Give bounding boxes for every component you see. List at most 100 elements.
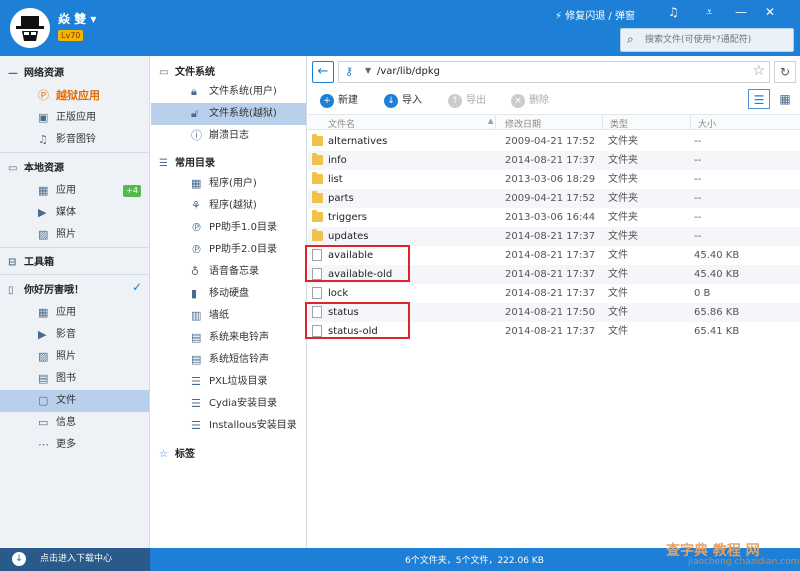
search-input[interactable]: [645, 32, 791, 48]
tree-item-apps-user[interactable]: ▦ 程序(用户): [151, 173, 306, 195]
tree-section-label: 文件系统: [175, 67, 215, 78]
tree-item-cydia-dir[interactable]: ☰ Cydia安装目录: [151, 393, 306, 415]
tree-item-installous-dir[interactable]: ☰ Installous安装目录: [151, 415, 306, 437]
update-count-badge: +4: [123, 185, 141, 197]
export-button[interactable]: ↑ 导出: [448, 91, 486, 108]
file-date: 2014-08-21 17:37: [505, 326, 596, 337]
grid-view-button[interactable]: ▦: [774, 89, 796, 109]
column-divider[interactable]: [495, 115, 496, 129]
column-divider[interactable]: [602, 115, 603, 129]
section-network[interactable]: — 网络资源: [8, 64, 64, 79]
download-center-button[interactable]: ↓ 点击进入下载中心: [0, 548, 150, 571]
chevron-down-icon[interactable]: ▼: [365, 66, 371, 75]
sidebar-item-device-more[interactable]: ⋯ 更多: [0, 434, 149, 456]
tree-item-sms-tones[interactable]: ▤ 系统短信铃声: [151, 349, 306, 371]
tree-section-common-dirs[interactable]: ☰ 常用目录: [159, 154, 215, 169]
table-row[interactable]: parts 2009-04-21 17:52 文件夹 --: [308, 189, 800, 208]
lightning-icon: ⚡: [555, 11, 563, 22]
section-toolbox[interactable]: ⊟ 工具箱: [8, 253, 54, 268]
delete-button[interactable]: × 删除: [511, 91, 549, 108]
folder-icon: [312, 172, 323, 184]
table-row[interactable]: lock 2014-08-21 17:37 文件 0 B: [308, 284, 800, 303]
tree-item-apps-jailbreak[interactable]: ⚘ 程序(越狱): [151, 195, 306, 217]
column-name[interactable]: 文件名: [328, 117, 355, 130]
section-device[interactable]: ▯ 你好厉害哦！ ✓: [8, 280, 142, 296]
column-size[interactable]: 大小: [698, 117, 716, 130]
sidebar-item-device-media[interactable]: ▶ 影音: [0, 324, 149, 346]
tree-item-crash-logs[interactable]: ⓘ 崩溃日志: [151, 125, 306, 147]
minimize-icon[interactable]: —: [735, 5, 747, 19]
sidebar-item-local-apps[interactable]: ▦ 应用 +4: [0, 180, 149, 202]
tree-item-pp1-dir[interactable]: ℗ PP助手1.0目录: [151, 217, 306, 239]
tree-item-pp2-dir[interactable]: ℗ PP助手2.0目录: [151, 239, 306, 261]
sidebar-item-label: 越狱应用: [56, 89, 100, 102]
divider: [0, 247, 149, 248]
table-row[interactable]: info 2014-08-21 17:37 文件夹 --: [308, 151, 800, 170]
section-local[interactable]: ▭ 本地资源: [8, 159, 64, 174]
grid-view-icon: ▦: [779, 92, 791, 106]
monitor-icon: ▭: [8, 163, 18, 174]
sidebar-item-local-photos[interactable]: ▨ 照片: [0, 224, 149, 246]
divider: [0, 152, 149, 153]
sidebar-item-media-ringtones[interactable]: ♫ 影音图铃: [0, 129, 149, 151]
tree-item-label: 程序(用户): [209, 178, 257, 189]
column-type[interactable]: 类型: [610, 117, 628, 130]
path-field[interactable]: ⚷ ▼ /var/lib/dpkg ☆: [338, 61, 770, 83]
file-name: info: [328, 155, 347, 166]
tree-item-voice-memos[interactable]: ♁ 语音备忘录: [151, 261, 306, 283]
music-icon[interactable]: ♫: [668, 5, 679, 19]
tree-item-usb-drive[interactable]: ▮ 移动硬盘: [151, 283, 306, 305]
repair-crash-button[interactable]: ⚡ 修复闪退 / 弹窗: [555, 7, 635, 22]
tree-item-label: 程序(越狱): [209, 200, 257, 211]
tree-item-label: Cydia安装目录: [209, 398, 278, 409]
table-row[interactable]: triggers 2013-03-06 16:44 文件夹 --: [308, 208, 800, 227]
sidebar-item-label: 应用: [56, 185, 76, 196]
tree-section-tags[interactable]: ☆ 标签: [159, 445, 195, 460]
tree-item-label: 系统短信铃声: [209, 354, 269, 365]
sidebar-item-local-media[interactable]: ▶ 媒体: [0, 202, 149, 224]
sidebar-item-label: 照片: [56, 229, 76, 240]
sidebar-item-jailbreak-apps[interactable]: Ⓟ 越狱应用: [0, 85, 149, 107]
favorite-star-icon[interactable]: ☆: [752, 63, 765, 79]
file-type: 文件夹: [608, 136, 638, 147]
back-button[interactable]: ←: [312, 61, 334, 83]
annotation-highlight-status: [305, 302, 410, 339]
tree-item-fs-jailbreak[interactable]: 🔓︎ 文件系统(越狱): [151, 103, 306, 125]
sidebar-item-device-files[interactable]: ▢ 文件: [0, 390, 149, 412]
import-button[interactable]: ↓ 导入: [384, 91, 422, 108]
close-icon[interactable]: ✕: [765, 5, 775, 19]
sidebar-item-device-messages[interactable]: ▭ 信息: [0, 412, 149, 434]
tree-item-wallpaper[interactable]: ▥ 墙纸: [151, 305, 306, 327]
sidebar-item-device-photos[interactable]: ▨ 照片: [0, 346, 149, 368]
refresh-button[interactable]: ↻: [774, 61, 796, 83]
column-date[interactable]: 修改日期: [505, 117, 541, 130]
table-row[interactable]: alternatives 2009-04-21 17:52 文件夹 --: [308, 132, 800, 151]
column-divider[interactable]: [690, 115, 691, 129]
new-button[interactable]: + 新建: [320, 91, 358, 108]
sidebar-item-device-books[interactable]: ▤ 图书: [0, 368, 149, 390]
video-icon: ▶: [38, 206, 47, 219]
table-row[interactable]: updates 2014-08-21 17:37 文件夹 --: [308, 227, 800, 246]
hat-avatar-icon: [10, 8, 50, 48]
tree-item-call-ringtones[interactable]: ▤ 系统来电铃声: [151, 327, 306, 349]
avatar[interactable]: [10, 8, 50, 48]
username[interactable]: 焱 雙 ▾: [58, 10, 96, 27]
file-icon: [312, 287, 322, 299]
file-name: updates: [328, 231, 369, 242]
section-network-label: 网络资源: [24, 68, 64, 79]
tree-section-filesystem[interactable]: ▭ 文件系统: [159, 63, 215, 78]
sidebar-item-genuine-apps[interactable]: ▣ 正版应用: [0, 107, 149, 129]
list-view-button[interactable]: ☰: [748, 89, 770, 109]
tree-item-fs-user[interactable]: 🔒︎ 文件系统(用户): [151, 81, 306, 103]
sidebar-item-label: 媒体: [56, 207, 76, 218]
menu-icon[interactable]: ⩡: [706, 5, 713, 20]
sidebar-item-device-apps[interactable]: ▦ 应用: [0, 302, 149, 324]
more-icon: ⋯: [38, 438, 49, 451]
phone-icon: ▯: [8, 285, 14, 296]
device-name: 你好厉害哦！: [24, 285, 84, 296]
tree-item-pxl-trash[interactable]: ☰ PXL垃圾目录: [151, 371, 306, 393]
table-row[interactable]: list 2013-03-06 18:29 文件夹 --: [308, 170, 800, 189]
refresh-icon: ↻: [779, 65, 791, 79]
download-center-label: 点击进入下载中心: [40, 554, 113, 564]
download-icon: ↓: [12, 552, 26, 566]
